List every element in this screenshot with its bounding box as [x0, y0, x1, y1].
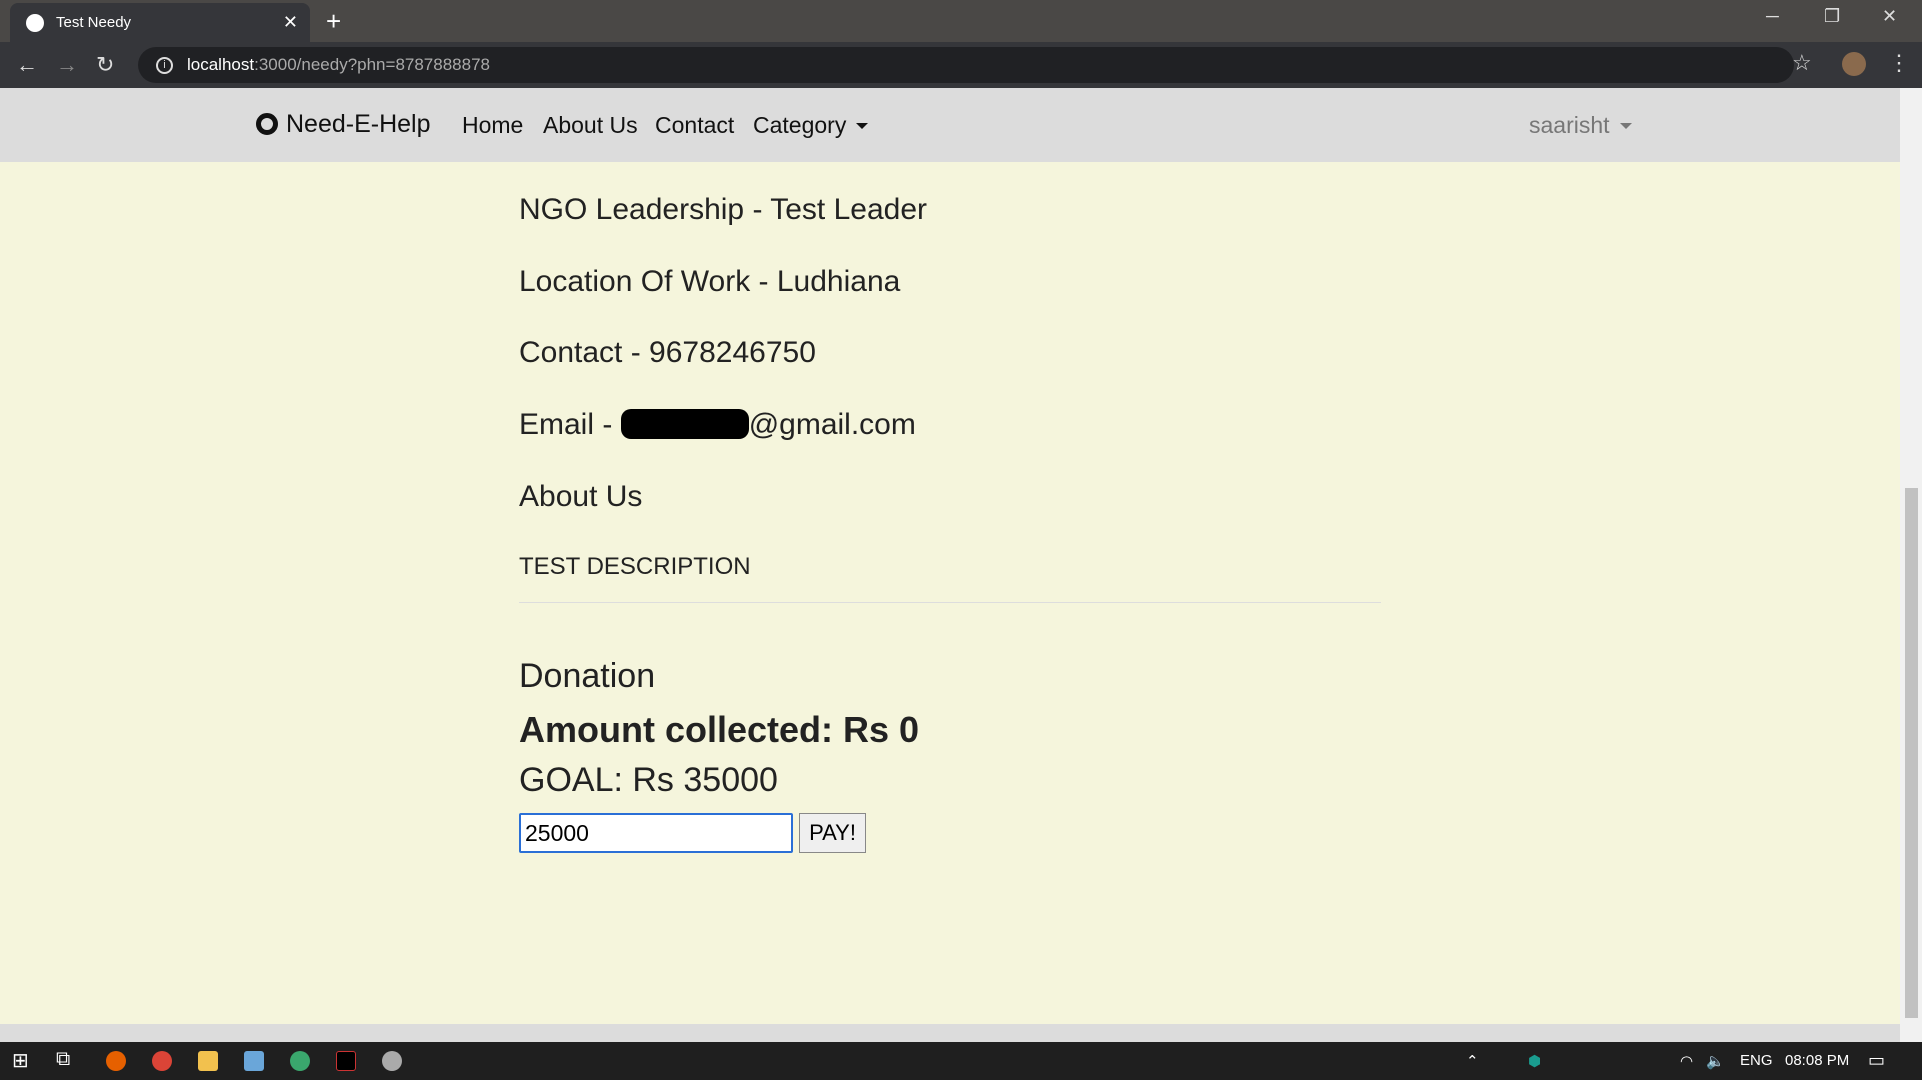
nav-category-dropdown[interactable]: Category: [753, 112, 869, 139]
tab-title: Test Needy: [56, 14, 132, 31]
clock[interactable]: 08:08 PM: [1785, 1052, 1849, 1069]
file-explorer-icon[interactable]: [198, 1051, 218, 1071]
contact-number: Contact - 9678246750: [519, 336, 816, 369]
bookmark-star-icon[interactable]: ☆: [1792, 50, 1812, 76]
donation-goal: GOAL: Rs 35000: [519, 761, 778, 799]
tab-bar: Test Needy ✕ + ─ ❐ ✕: [0, 0, 1922, 42]
language-indicator[interactable]: ENG: [1740, 1052, 1773, 1069]
scroll-thumb[interactable]: [1905, 488, 1918, 1018]
user-dropdown[interactable]: saarisht: [1529, 112, 1632, 139]
email-prefix: Email -: [519, 408, 621, 441]
info-icon[interactable]: i: [156, 56, 173, 74]
url-input[interactable]: i localhost:3000/needy?phn=8787888878: [138, 47, 1794, 83]
amount-collected: Amount collected: Rs 0: [519, 709, 920, 750]
about-heading: About Us: [519, 480, 643, 513]
profile-avatar[interactable]: [1842, 52, 1866, 76]
vertical-scrollbar[interactable]: [1900, 88, 1922, 1042]
work-location: Location Of Work - Ludhiana: [519, 265, 901, 298]
firefox-icon[interactable]: [106, 1051, 126, 1071]
app-icon[interactable]: [290, 1051, 310, 1071]
close-window-button[interactable]: ✕: [1882, 6, 1897, 27]
nav-contact[interactable]: Contact: [655, 112, 734, 139]
ngo-leadership: NGO Leadership - Test Leader: [519, 193, 928, 226]
notifications-icon[interactable]: ▭: [1868, 1050, 1885, 1071]
browser-menu-icon[interactable]: ⋮: [1888, 50, 1910, 76]
browser-tab[interactable]: Test Needy ✕: [10, 3, 310, 42]
pay-button[interactable]: PAY!: [799, 813, 866, 853]
windows-start-icon[interactable]: ⊞: [12, 1048, 29, 1073]
taskbar: ⊞ ⧉ ⌃ ⬢ ◠ 🔈 ENG 08:08 PM ▭: [0, 1042, 1922, 1080]
wifi-icon[interactable]: ◠: [1680, 1052, 1693, 1070]
app-icon[interactable]: [382, 1051, 402, 1071]
donation-heading: Donation: [519, 657, 656, 695]
horizontal-scrollbar[interactable]: [0, 1024, 1900, 1042]
chrome-icon[interactable]: [152, 1051, 172, 1071]
terminal-icon[interactable]: [336, 1051, 356, 1071]
email-suffix: @gmail.com: [748, 408, 916, 441]
nav-home[interactable]: Home: [462, 112, 523, 139]
lifebuoy-icon: [256, 113, 278, 135]
caret-down-icon: [1619, 123, 1632, 129]
url-host: localhost: [187, 55, 255, 74]
close-tab-icon[interactable]: ✕: [283, 12, 298, 33]
new-tab-button[interactable]: +: [326, 6, 341, 37]
site-navbar: Need-E-Help Home About Us Contact Catego…: [0, 88, 1900, 162]
back-icon[interactable]: ←: [16, 52, 38, 78]
nav-about-us[interactable]: About Us: [543, 112, 638, 139]
reload-icon[interactable]: ↻: [96, 52, 114, 78]
category-label: Category: [753, 112, 847, 138]
minimize-button[interactable]: ─: [1766, 6, 1779, 27]
redacted-block: [620, 409, 749, 439]
task-view-icon[interactable]: ⧉: [56, 1048, 70, 1071]
email: Email - @gmail.com: [519, 408, 916, 442]
url-path: :3000/needy?phn=8787888878: [254, 55, 490, 74]
tray-chevron-icon[interactable]: ⌃: [1466, 1052, 1479, 1070]
app-icon[interactable]: [244, 1051, 264, 1071]
globe-icon: [26, 13, 44, 32]
description: TEST DESCRIPTION: [519, 553, 751, 580]
divider: [519, 602, 1381, 603]
user-name: saarisht: [1529, 112, 1610, 138]
caret-down-icon: [856, 123, 869, 129]
brand-label: Need-E-Help: [286, 110, 431, 138]
forward-icon[interactable]: →: [56, 52, 78, 78]
security-shield-icon[interactable]: ⬢: [1528, 1052, 1541, 1070]
volume-icon[interactable]: 🔈: [1706, 1052, 1725, 1070]
brand-link[interactable]: Need-E-Help: [256, 110, 431, 139]
restore-button[interactable]: ❐: [1824, 6, 1840, 27]
donation-amount-input[interactable]: [519, 813, 793, 853]
address-bar-row: ← → ↻ i localhost:3000/needy?phn=8787888…: [0, 42, 1922, 88]
